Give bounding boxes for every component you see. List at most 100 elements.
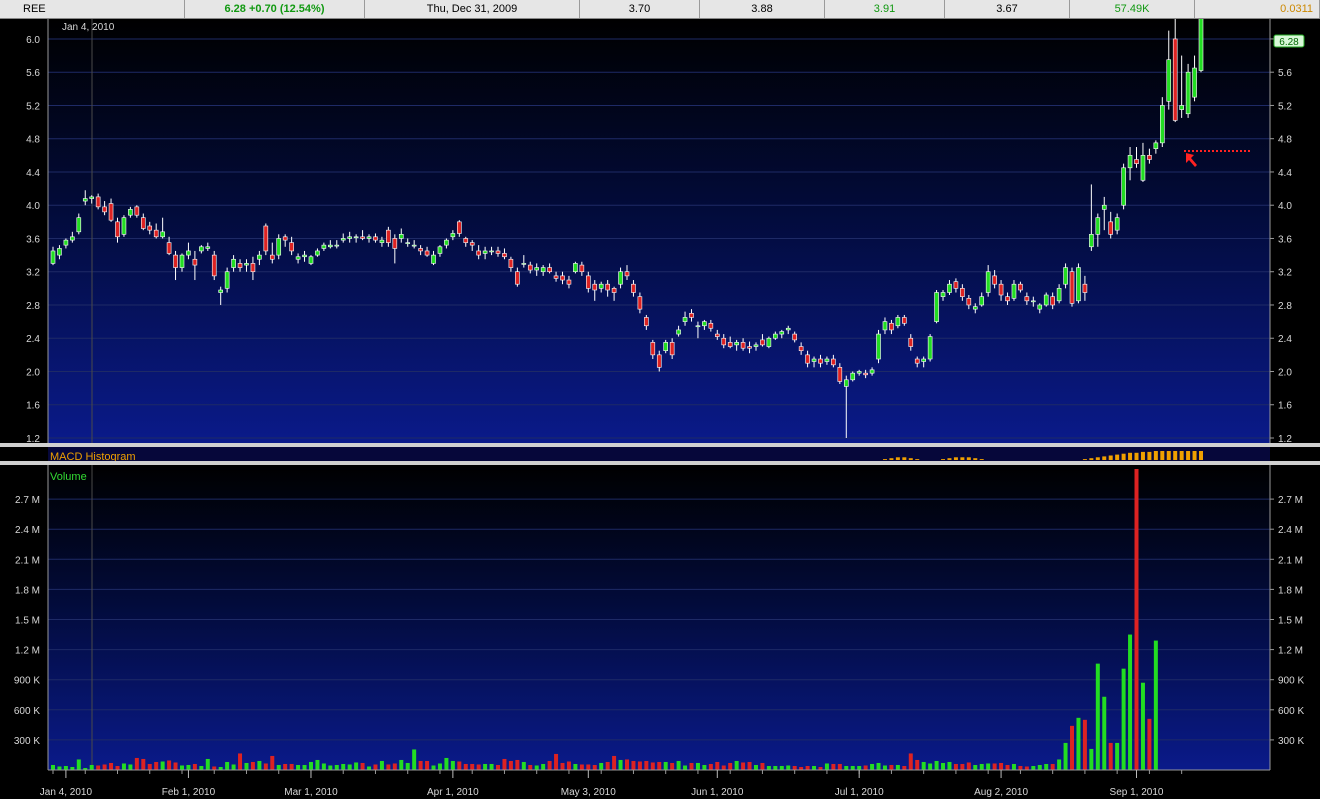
volume-bar <box>850 765 855 770</box>
volume-bar <box>450 760 455 770</box>
close-field: 3.67 <box>945 0 1070 18</box>
volume-bar <box>173 762 178 770</box>
volume-bar <box>1102 696 1107 770</box>
volume-bar <box>321 763 326 770</box>
cursor-date-label: Jan 4, 2010 <box>62 22 115 33</box>
volume-bar <box>508 760 513 770</box>
volume-bar <box>941 762 946 770</box>
macd-bar <box>1166 451 1171 460</box>
macd-panel: MACD Histogram <box>48 447 1270 463</box>
volume-bar <box>554 753 559 770</box>
volume-tick-label: 900 K <box>14 676 40 687</box>
panel-splitter-bottom[interactable] <box>0 461 1320 465</box>
volume-tick-label: 1.8 M <box>15 585 40 596</box>
candle <box>1198 19 1204 73</box>
volume-bar <box>999 762 1004 770</box>
volume-bar <box>676 760 681 770</box>
macd-bar <box>889 458 894 460</box>
volume-bar <box>966 762 971 770</box>
candle <box>263 223 269 256</box>
volume-bar <box>902 765 907 770</box>
price-tick-label: 2.0 <box>1278 367 1292 378</box>
price-tick-label: 3.2 <box>1278 268 1292 279</box>
volume-bar <box>160 761 165 770</box>
volume-bar <box>1121 668 1126 770</box>
x-tick-label: May 3, 2010 <box>561 787 616 798</box>
candle <box>1076 263 1081 304</box>
volume-bar <box>1134 469 1139 770</box>
macd-bar <box>1179 451 1184 460</box>
volume-bar <box>670 762 675 770</box>
volume-bar <box>605 761 610 770</box>
volume-bar <box>283 763 288 770</box>
macd-bar <box>1186 451 1191 460</box>
volume-bar <box>979 763 984 770</box>
volume-bar <box>457 761 462 770</box>
volume-tick-label: 1.5 M <box>15 616 40 627</box>
volume-bar <box>250 761 255 770</box>
open-field: 3.70 <box>580 0 700 18</box>
volume-bar <box>857 765 862 770</box>
symbol-field[interactable]: REE <box>0 0 185 18</box>
volume-bar <box>212 766 217 770</box>
price-tick-label: 5.6 <box>26 68 40 79</box>
volume-bar <box>541 763 546 770</box>
volume-bar <box>863 765 868 770</box>
panel-splitter-top[interactable] <box>0 443 1320 447</box>
price-tick-label: 6.0 <box>26 35 40 46</box>
volume-bar <box>186 764 191 770</box>
volume-bar <box>947 761 952 770</box>
volume-bar <box>986 763 991 770</box>
volume-tick-label: 2.1 M <box>15 555 40 566</box>
x-tick-label: Feb 1, 2010 <box>162 787 216 798</box>
volume-bar <box>747 761 752 770</box>
volume-bar <box>444 757 449 770</box>
volume-bar <box>895 764 900 770</box>
candle <box>211 250 217 281</box>
volume-bar <box>192 763 197 770</box>
volume-bar <box>470 763 475 770</box>
volume-bar <box>360 762 365 770</box>
volume-tick-label: 2.4 M <box>1278 525 1303 536</box>
volume-bar <box>263 763 268 770</box>
price-tick-label: 4.8 <box>26 135 40 146</box>
volume-bar <box>708 763 713 770</box>
last-change-field: 6.28 +0.70 (12.54%) <box>185 0 365 18</box>
volume-bar <box>179 765 184 770</box>
volume-bar <box>1095 663 1100 770</box>
macd-bar <box>902 457 907 460</box>
volume-bar <box>586 764 591 770</box>
volume-bar <box>57 766 62 770</box>
x-tick-label: Jan 4, 2010 <box>40 787 93 798</box>
volume-tick-label: 600 K <box>1278 706 1304 717</box>
price-tick-label: 4.0 <box>26 201 40 212</box>
macd-bar <box>1089 458 1094 460</box>
volume-bar <box>89 764 94 770</box>
volume-bar <box>773 765 778 770</box>
volume-bar <box>760 762 765 770</box>
volume-bar <box>1070 725 1075 770</box>
volume-tick-label: 300 K <box>1278 736 1304 747</box>
volume-bar <box>141 758 146 770</box>
volume-bar <box>844 765 849 770</box>
price-tick-label: 3.2 <box>26 268 40 279</box>
candle <box>1121 163 1126 210</box>
volume-bar <box>128 764 133 770</box>
volume-bar <box>412 749 417 770</box>
chart-canvas[interactable]: Jan 4, 2010 6.0 5.6 5.2 4.8 4.4 4.0 3.6 3.2 2.8 2… <box>0 19 1320 799</box>
volume-bar <box>992 763 997 770</box>
volume-bar <box>618 759 623 770</box>
volume-bar <box>560 762 565 770</box>
volume-bar <box>612 755 617 770</box>
volume-bar <box>657 761 662 770</box>
macd-bar <box>1147 451 1152 460</box>
price-tick-label: 2.0 <box>26 367 40 378</box>
date-field: Thu, Dec 31, 2009 <box>365 0 580 18</box>
left-volume-axis: 2.7 M 2.4 M 2.1 M 1.8 M 1.5 M 1.2 M 900 K 600 K… <box>14 495 40 747</box>
macd-bar <box>1134 452 1139 460</box>
volume-bar <box>528 764 533 770</box>
volume-label: Volume <box>50 471 87 483</box>
volume-bar <box>1031 765 1036 770</box>
volume-tick-label: 1.2 M <box>15 646 40 657</box>
volume-bar <box>779 765 784 770</box>
